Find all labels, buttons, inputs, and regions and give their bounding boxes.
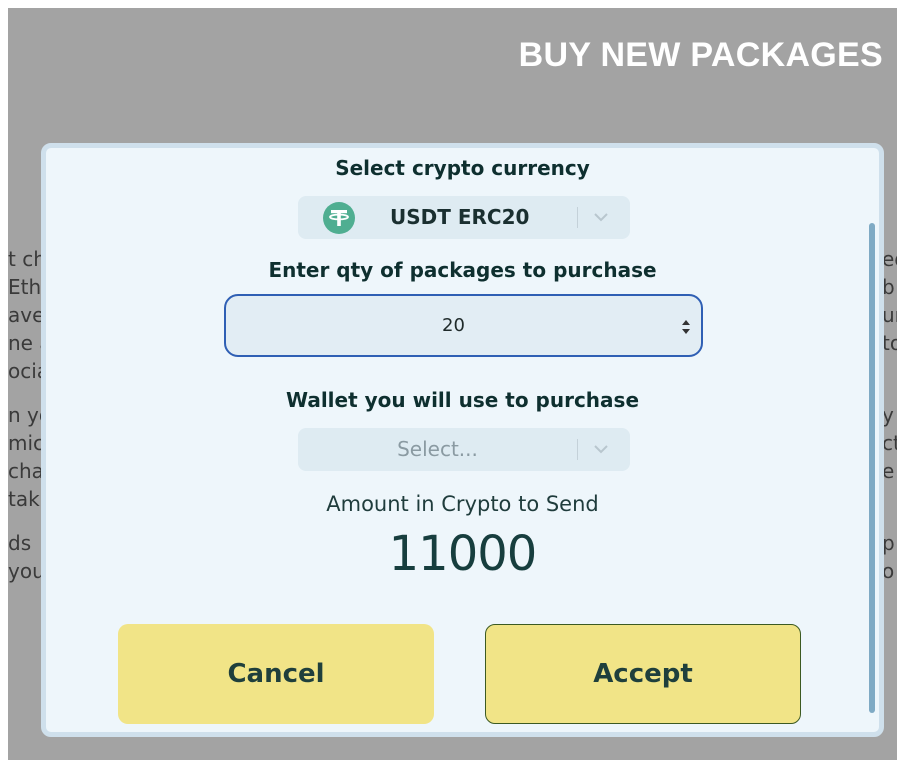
background-text-line: p — [882, 531, 895, 555]
background-text-line: ave — [8, 303, 42, 327]
scrollbar-thumb[interactable] — [869, 223, 875, 713]
currency-label: Select crypto currency — [335, 156, 590, 180]
amount-label: Amount in Crypto to Send — [326, 492, 599, 516]
cancel-button[interactable]: Cancel — [118, 624, 434, 724]
background-text-line: n yo — [8, 403, 42, 427]
amount-value: 11000 — [388, 526, 538, 582]
background-text-line: t ch — [8, 247, 42, 271]
background-text-line: ed — [882, 247, 897, 271]
background-text-line: Eth — [8, 275, 42, 299]
wallet-label: Wallet you will use to purchase — [285, 388, 640, 412]
background-text-line: ct — [882, 431, 897, 455]
background-text-line: ds — [8, 531, 32, 555]
currency-select[interactable]: USDT ERC20 — [298, 196, 630, 239]
qty-input[interactable]: 20 — [224, 294, 703, 357]
background-text-line: b — [882, 275, 895, 299]
stepper-arrows-icon[interactable] — [679, 317, 693, 337]
background-text-line: tak — [8, 487, 40, 511]
background-text-line: mic — [8, 431, 42, 455]
background-text-line: cha — [8, 459, 42, 483]
tether-icon — [323, 202, 355, 234]
chevron-down-icon[interactable] — [592, 440, 610, 458]
background-text-line: y — [882, 403, 894, 427]
select-divider — [577, 439, 578, 460]
qty-value: 20 — [442, 315, 465, 336]
qty-label: Enter qty of packages to purchase — [268, 258, 657, 282]
background-text-line: o — [882, 559, 895, 583]
select-divider — [577, 207, 578, 228]
background-text-line: ocia — [8, 359, 42, 383]
buy-package-modal: Select crypto currency USDT ERC20 Enter … — [41, 143, 884, 737]
background-text-line: un — [882, 303, 897, 327]
wallet-select[interactable]: Select... — [298, 428, 630, 471]
background-text-line: to — [882, 331, 897, 355]
chevron-down-icon[interactable] — [592, 208, 610, 226]
currency-selected-value: USDT ERC20 — [390, 205, 530, 229]
background-text-line: e — [882, 459, 895, 483]
background-text-line: ne a — [8, 331, 42, 355]
background-text-line: you — [8, 559, 42, 583]
page-title: BUY NEW PACKAGES — [518, 36, 883, 74]
accept-button[interactable]: Accept — [485, 624, 801, 724]
wallet-select-placeholder: Select... — [397, 437, 478, 461]
modal-scrollbar[interactable] — [869, 223, 877, 713]
